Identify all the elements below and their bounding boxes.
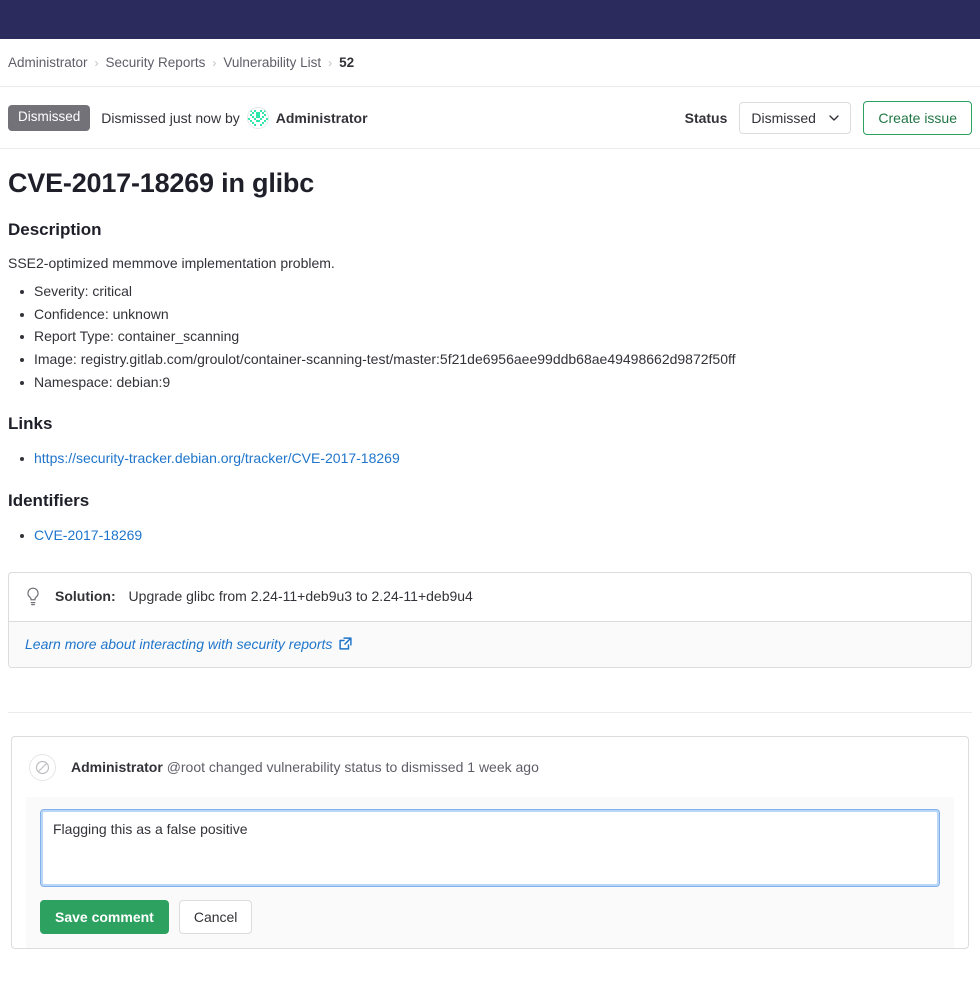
description-text: SSE2-optimized memmove implementation pr… xyxy=(8,255,335,271)
links-section: Links https://security-tracker.debian.or… xyxy=(8,414,972,470)
identifiers-section: Identifiers CVE-2017-18269 xyxy=(8,491,972,547)
identifiers-list: CVE-2017-18269 xyxy=(8,524,972,547)
comment-form: Save comment Cancel xyxy=(26,796,954,948)
main-content: CVE-2017-18269 in glibc Description SSE2… xyxy=(0,168,980,547)
solution-card: Solution: Upgrade glibc from 2.24-11+deb… xyxy=(8,571,972,668)
list-item: CVE-2017-18269 xyxy=(20,524,972,547)
identicon-avatar-icon xyxy=(247,108,268,128)
links-heading: Links xyxy=(8,413,53,433)
status-change-icon-wrapper xyxy=(29,753,56,781)
list-item: Namespace: debian:9 xyxy=(20,371,972,394)
solution-label: Solution: xyxy=(55,588,116,605)
activity-detail: @root changed vulnerability status to di… xyxy=(166,759,539,776)
breadcrumb-bar: Administrator › Security Reports › Vulne… xyxy=(0,39,980,87)
breadcrumb-item-vulnerability-list[interactable]: Vulnerability List xyxy=(223,55,321,70)
breadcrumb-separator-icon: › xyxy=(328,55,333,70)
status-bar: Dismissed Dismissed just now by Administ… xyxy=(0,87,980,149)
list-item: Image: registry.gitlab.com/groulot/conta… xyxy=(20,348,972,371)
learn-more-link[interactable]: Learn more about interacting with securi… xyxy=(25,635,353,652)
breadcrumb-item-current: 52 xyxy=(339,55,355,70)
status-select-value: Dismissed xyxy=(751,110,816,126)
list-item: Confidence: unknown xyxy=(20,303,972,326)
lightbulb-icon xyxy=(27,587,39,606)
status-actions: Status Dismissed Create issue xyxy=(685,101,972,135)
learn-more-label: Learn more about interacting with securi… xyxy=(25,635,333,652)
dismissal-info: Dismissed just now by Administrator xyxy=(101,107,368,129)
page-title: CVE-2017-18269 in glibc xyxy=(8,168,315,198)
solution-body: Solution: Upgrade glibc from 2.24-11+deb… xyxy=(9,573,971,621)
breadcrumb-separator-icon: › xyxy=(94,55,99,70)
avatar xyxy=(246,107,269,129)
breadcrumb-item-administrator[interactable]: Administrator xyxy=(8,55,88,70)
link-security-tracker[interactable]: https://security-tracker.debian.org/trac… xyxy=(34,450,400,466)
activity-card: Administrator @root changed vulnerabilit… xyxy=(11,735,969,949)
list-item: https://security-tracker.debian.org/trac… xyxy=(20,447,972,470)
description-heading: Description xyxy=(8,220,102,239)
status-select[interactable]: Dismissed xyxy=(739,102,852,134)
comment-input[interactable] xyxy=(40,808,940,887)
vulnerability-detail-page: Administrator › Security Reports › Vulne… xyxy=(0,0,980,981)
dismissal-text: Dismissed just now by xyxy=(101,110,240,126)
vulnerability-details-list: Severity: critical Confidence: unknown R… xyxy=(8,280,972,394)
chevron-down-icon xyxy=(829,115,840,121)
activity-entry: Administrator @root changed vulnerabilit… xyxy=(12,737,968,797)
section-divider xyxy=(8,711,972,713)
breadcrumb: Administrator › Security Reports › Vulne… xyxy=(8,55,354,70)
comment-form-actions: Save comment Cancel xyxy=(26,887,954,934)
list-item: Severity: critical xyxy=(20,280,972,303)
top-navigation-bar xyxy=(0,0,980,39)
link-cve-identifier[interactable]: CVE-2017-18269 xyxy=(34,527,142,543)
cancel-button[interactable]: Cancel xyxy=(178,899,253,934)
status-field-label: Status xyxy=(684,110,728,126)
identifiers-heading: Identifiers xyxy=(8,491,90,511)
breadcrumb-separator-icon: › xyxy=(212,55,217,70)
breadcrumb-item-security-reports[interactable]: Security Reports xyxy=(106,55,206,70)
create-issue-button[interactable]: Create issue xyxy=(863,101,972,135)
external-link-icon xyxy=(339,637,353,651)
list-item: Report Type: container_scanning xyxy=(20,325,972,348)
links-list: https://security-tracker.debian.org/trac… xyxy=(8,447,972,470)
solution-footer: Learn more about interacting with securi… xyxy=(9,620,971,667)
save-comment-button[interactable]: Save comment xyxy=(40,899,169,934)
comment-input-wrapper xyxy=(26,808,954,887)
activity-author: Administrator xyxy=(71,759,163,776)
circle-slash-icon xyxy=(35,760,50,775)
status-badge: Dismissed xyxy=(8,105,91,131)
dismissal-author: Administrator xyxy=(275,110,368,126)
solution-text: Upgrade glibc from 2.24-11+deb9u3 to 2.2… xyxy=(128,588,473,605)
solution-line: Solution: Upgrade glibc from 2.24-11+deb… xyxy=(55,588,473,604)
activity-text: Administrator @root changed vulnerabilit… xyxy=(71,759,539,775)
